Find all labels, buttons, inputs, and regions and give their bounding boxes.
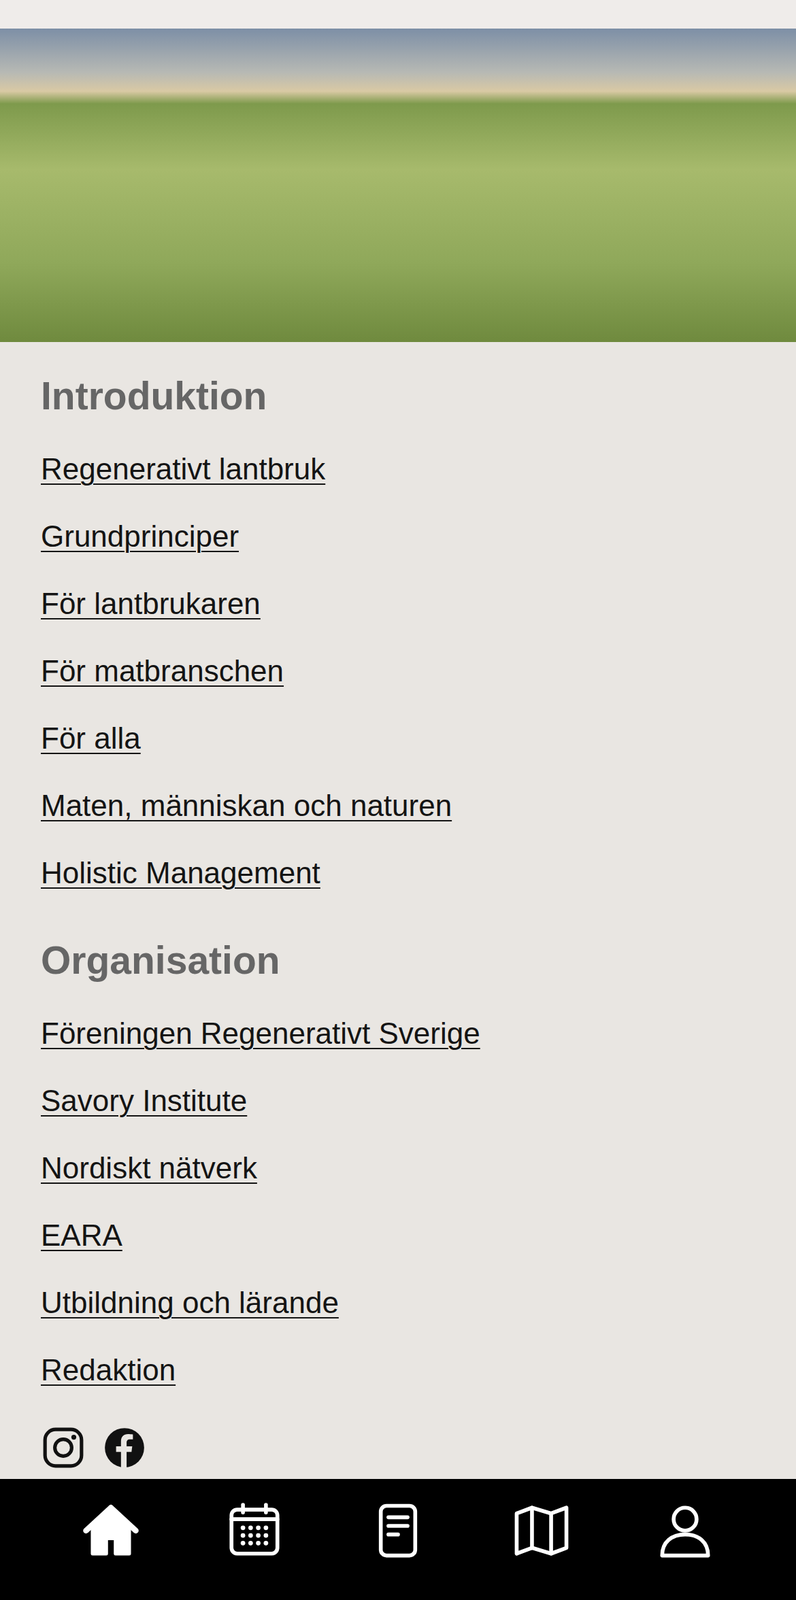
menu-link[interactable]: Regenerativt lantbruk xyxy=(40,435,326,503)
hero-photo xyxy=(0,28,796,343)
calendar-icon xyxy=(223,1500,286,1563)
menu-link[interactable]: Holistic Management xyxy=(40,839,321,907)
menu-link[interactable]: För matbranschen xyxy=(40,637,284,705)
user-icon xyxy=(654,1500,716,1563)
social-links xyxy=(40,1425,756,1471)
document-icon xyxy=(367,1500,429,1563)
menu-link[interactable]: Maten, människan och naturen xyxy=(40,772,452,840)
status-bar xyxy=(0,0,796,29)
menu-link[interactable]: Utbildning och lärande xyxy=(40,1269,339,1337)
facebook-link[interactable] xyxy=(102,1425,147,1471)
user-tab[interactable] xyxy=(613,1500,758,1563)
document-tab[interactable] xyxy=(326,1500,471,1563)
instagram-link[interactable] xyxy=(40,1425,86,1471)
menu-link[interactable]: Föreningen Regenerativt Sverige xyxy=(40,1000,481,1068)
home-tab[interactable] xyxy=(39,1500,184,1563)
menu-section: Organisation Föreningen Regenerativt Sver… xyxy=(40,906,756,1405)
menu-link[interactable]: Savory Institute xyxy=(40,1067,247,1135)
instagram-icon xyxy=(40,1425,86,1471)
facebook-icon xyxy=(102,1425,147,1471)
menu-link[interactable]: Grundprinciper xyxy=(40,502,239,571)
section-heading: Introduktion xyxy=(40,372,267,420)
menu-link[interactable]: Nordiskt nätverk xyxy=(40,1134,258,1203)
map-icon xyxy=(510,1500,573,1563)
menu-link[interactable]: Redaktion xyxy=(40,1336,176,1405)
home-icon xyxy=(80,1500,142,1563)
menu-content: Introduktion Regenerativt lantbrukGrundpr… xyxy=(0,342,796,1480)
bottom-nav xyxy=(0,1479,796,1600)
menu-section: Introduktion Regenerativt lantbrukGrundpr… xyxy=(40,342,756,907)
menu-link[interactable]: EARA xyxy=(40,1202,123,1270)
menu-link[interactable]: För lantbrukaren xyxy=(40,570,261,638)
calendar-tab[interactable] xyxy=(183,1500,327,1563)
menu-link[interactable]: För alla xyxy=(40,704,141,773)
section-heading: Organisation xyxy=(40,936,281,985)
map-tab[interactable] xyxy=(470,1500,614,1563)
page: Introduktion Regenerativt lantbrukGrundpr… xyxy=(0,0,796,1600)
